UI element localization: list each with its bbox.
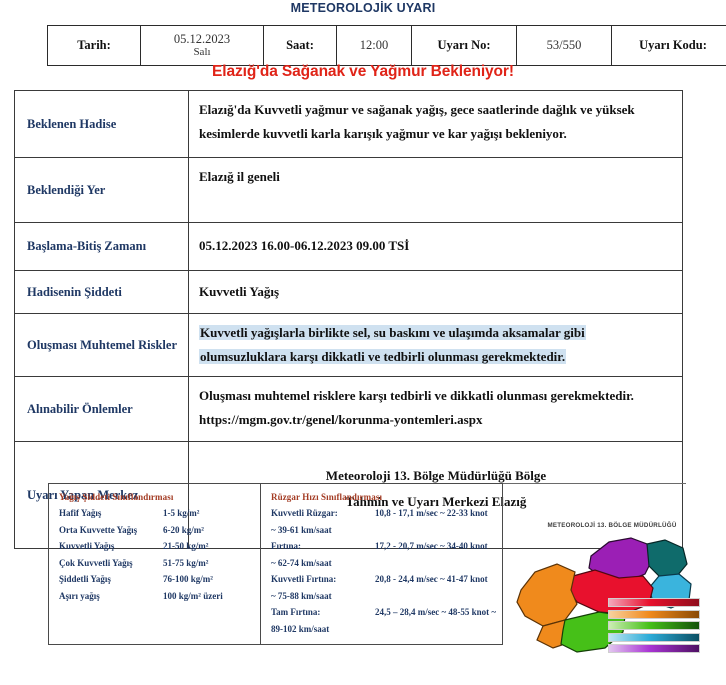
date-value-main: 05.12.2023: [173, 31, 231, 46]
wind-cont-1: ~ 62-74 km/saat: [271, 557, 332, 568]
precip-name-0: Hafif Yağış: [59, 508, 102, 518]
time-label: Saat:: [263, 25, 337, 66]
color-scale-bar-purple: [608, 644, 700, 653]
date-value-weekday: Salı: [193, 46, 211, 59]
legend-item: Tam Fırtına: 24,5 – 28,4 m/sec ~ 48-55 kn…: [271, 607, 496, 617]
wind-value-0: 10,8 - 17,1 m/sec ~ 22-33 knot: [375, 508, 488, 518]
precautions-text: Oluşması muhtemel risklere karşı tedbirl…: [199, 388, 634, 404]
header-info-row: Tarih: 05.12.2023 Salı Saat: 12:00 Uyarı…: [47, 25, 726, 66]
row-label-precautions: Alınabilir Önlemler: [14, 376, 189, 443]
precip-value-4: 76-100 kg/m²: [163, 574, 213, 584]
warning-headline: Elazığ'da Sağanak ve Yağmur Bekleniyor!: [212, 63, 514, 80]
precip-value-5: 100 kg/m² üzeri: [163, 590, 223, 601]
row-label-event-severity: Hadisenin Şiddeti: [14, 270, 189, 314]
wind-cont-0: ~ 39-61 km/saat: [271, 524, 332, 535]
page-title: METEOROLOJİK UYARI: [290, 1, 436, 15]
map-region-teal: [646, 539, 688, 577]
table-row-event-severity: Hadisenin Şiddeti Kuvvetli Yağış: [14, 270, 683, 314]
wind-value-2: 20,8 - 24,4 m/sec ~ 41-47 knot: [375, 574, 488, 584]
legend-item: Aşırı yağış 100 kg/m² üzeri: [59, 591, 254, 601]
table-row-start-end-time: Başlama-Bitiş Zamanı 05.12.2023 16.00-06…: [14, 222, 683, 271]
precip-value-2: 21-50 kg/m²: [163, 541, 209, 551]
row-label-expected-event: Beklenen Hadise: [14, 90, 189, 158]
row-value-expected-location: Elazığ il geneli: [188, 157, 683, 223]
table-row-expected-location: Beklendiği Yer Elazığ il geneli: [14, 157, 683, 223]
legend-item: Fırtına: 17,2 - 20,7 m/sec ~ 34-40 knot: [271, 541, 496, 551]
precip-name-3: Çok Kuvvetli Yağış: [59, 557, 133, 568]
warning-code-label: Uyarı Kodu:: [611, 25, 726, 66]
warning-header-table: Tarih: 05.12.2023 Salı Saat: 12:00 Uyarı…: [47, 25, 726, 66]
color-scale-bar-cyan: [608, 632, 700, 642]
legend-item: Orta Kuvvette Yağış 6-20 kg/m²: [59, 525, 254, 535]
row-value-expected-event: Elazığ'da Kuvvetli yağmur ve sağanak yağ…: [188, 90, 683, 158]
precip-value-1: 6-20 kg/m²: [163, 524, 204, 535]
precipitation-classification-column: Yağış Şiddeti Sınıflandırması Hafif Yağı…: [49, 484, 261, 644]
precip-name-4: Şiddetli Yağış: [59, 574, 111, 584]
map-color-scale-legend: [608, 598, 700, 656]
legend-top-rule: [503, 483, 686, 484]
precip-name-5: Aşırı yağış: [59, 590, 100, 601]
risk-highlighted-text: Kuvvetli yağışlarla birlikte sel, su bas…: [199, 325, 586, 365]
wind-cont-3: 89-102 km/saat: [271, 623, 330, 634]
legend-item: Çok Kuvvetli Yağış 51-75 kg/m²: [59, 558, 254, 568]
wind-name-1: Fırtına:: [271, 541, 301, 551]
classification-legend: Yağış Şiddeti Sınıflandırması Hafif Yağı…: [48, 483, 503, 645]
row-value-event-severity: Kuvvetli Yağış: [188, 270, 683, 314]
table-row-probable-risks: Oluşması Muhtemel Riskler Kuvvetli yağış…: [14, 312, 683, 378]
legend-item: Hafif Yağış 1-5 kg/m²: [59, 508, 254, 518]
regional-map-logo: METEOROLOJİ 13. BÖLGE MÜDÜRLÜĞÜ: [505, 512, 720, 672]
row-value-precautions: Oluşması muhtemel risklere karşı tedbirl…: [188, 376, 683, 443]
warning-no-value: 53/550: [516, 25, 612, 66]
precipitation-legend-heading: Yağış Şiddeti Sınıflandırması: [59, 492, 174, 502]
row-label-expected-location: Beklendiği Yer: [14, 157, 189, 223]
wind-value-3: 24,5 – 28,4 m/sec ~ 48-55 knot ~: [375, 607, 497, 617]
time-value: 12:00: [336, 25, 412, 66]
wind-value-1: 17,2 - 20,7 m/sec ~ 34-40 knot: [375, 541, 488, 551]
row-value-start-end-time: 05.12.2023 16.00-06.12.2023 09.00 TSİ: [188, 222, 683, 271]
warning-no-label: Uyarı No:: [411, 25, 517, 66]
precip-name-1: Orta Kuvvette Yağış: [59, 524, 138, 535]
wind-cont-2: ~ 75-88 km/saat: [271, 590, 332, 601]
legend-item: Şiddetli Yağış 76-100 kg/m²: [59, 574, 254, 584]
precip-value-0: 1-5 kg/m²: [163, 508, 200, 518]
map-caption: METEOROLOJİ 13. BÖLGE MÜDÜRLÜĞÜ: [547, 522, 677, 529]
table-row-expected-event: Beklenen Hadise Elazığ'da Kuvvetli yağmu…: [14, 90, 683, 158]
legend-item: Kuvvetli Fırtına: 20,8 - 24,4 m/sec ~ 41-…: [271, 574, 496, 584]
wind-legend-heading: Rüzgar Hızı Sınıflandırması: [271, 492, 383, 502]
row-label-start-end-time: Başlama-Bitiş Zamanı: [14, 222, 189, 271]
precip-name-2: Kuvvetli Yağış: [59, 541, 115, 551]
date-label: Tarih:: [47, 25, 141, 66]
wind-classification-column: Rüzgar Hızı Sınıflandırması Kuvvetli Rüz…: [261, 484, 502, 644]
color-scale-bar-orange: [608, 609, 700, 619]
wind-name-0: Kuvvetli Rüzgar:: [271, 508, 338, 518]
map-region-orange: [516, 563, 578, 627]
precautions-link[interactable]: https://mgm.gov.tr/genel/korunma-yonteml…: [199, 408, 673, 432]
legend-item: Kuvvetli Yağış 21-50 kg/m²: [59, 541, 254, 551]
date-value: 05.12.2023 Salı: [140, 25, 264, 66]
precip-value-3: 51-75 kg/m²: [163, 557, 209, 568]
table-row-precautions: Alınabilir Önlemler Oluşması muhtemel ri…: [14, 376, 683, 443]
color-scale-bar-red: [608, 598, 700, 607]
wind-name-3: Tam Fırtına:: [271, 607, 321, 617]
warning-detail-table: Beklenen Hadise Elazığ'da Kuvvetli yağmu…: [14, 90, 683, 550]
row-value-probable-risks: Kuvvetli yağışlarla birlikte sel, su bas…: [188, 312, 683, 378]
legend-item: Kuvvetli Rüzgar: 10,8 - 17,1 m/sec ~ 22-3…: [271, 508, 496, 518]
color-scale-bar-green: [608, 621, 700, 630]
row-label-probable-risks: Oluşması Muhtemel Riskler: [14, 312, 189, 378]
wind-name-2: Kuvvetli Fırtına:: [271, 574, 337, 584]
